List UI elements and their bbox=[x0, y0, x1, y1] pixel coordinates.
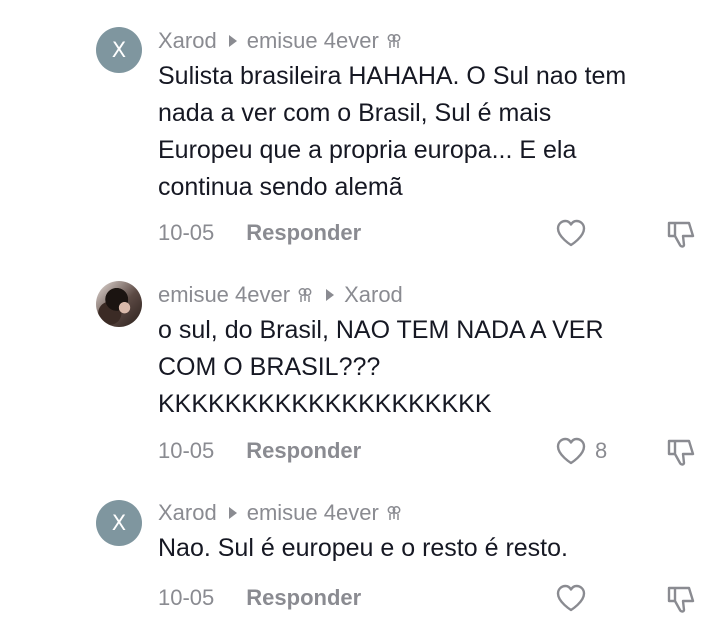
reply-arrow-icon bbox=[228, 35, 237, 47]
like-button[interactable] bbox=[555, 218, 587, 248]
like-button[interactable] bbox=[555, 583, 587, 613]
reply-to-name[interactable]: emisue 4ever bbox=[247, 500, 379, 526]
thumbs-down-icon bbox=[667, 586, 695, 613]
reply-button[interactable]: Responder bbox=[246, 585, 361, 611]
comment-meta: 10-05 Responder bbox=[158, 585, 361, 611]
reply-to-name[interactable]: Xarod bbox=[344, 282, 403, 308]
comment-date: 10-05 bbox=[158, 438, 215, 463]
reply-button[interactable]: Responder bbox=[246, 438, 361, 464]
like-count: 8 bbox=[595, 438, 608, 463]
dislike-button[interactable] bbox=[665, 436, 697, 468]
friends-icon bbox=[296, 286, 314, 304]
author-name[interactable]: emisue 4ever bbox=[158, 282, 290, 308]
heart-icon bbox=[556, 437, 586, 465]
avatar[interactable]: X bbox=[96, 27, 142, 73]
comment-text: Nao. Sul é europeu e o resto é resto. bbox=[158, 534, 568, 562]
comment-text: Sulista brasileira HAHAHA. O Sul nao tem… bbox=[158, 62, 627, 201]
comment-meta: 10-05 Responder bbox=[158, 438, 361, 464]
heart-icon bbox=[556, 584, 586, 612]
comment-text: o sul, do Brasil, NAO TEM NADA A VER COM… bbox=[158, 316, 604, 418]
author-name[interactable]: Xarod bbox=[158, 28, 217, 54]
thumbs-down-icon bbox=[667, 439, 695, 466]
reply-arrow-icon bbox=[326, 289, 335, 301]
dislike-button[interactable] bbox=[665, 218, 697, 250]
friends-icon bbox=[385, 504, 403, 522]
friends-icon bbox=[385, 32, 403, 50]
dislike-button[interactable] bbox=[665, 583, 697, 615]
comment-date: 10-05 bbox=[158, 585, 215, 610]
avatar[interactable]: X bbox=[96, 500, 142, 546]
thumbs-down-icon bbox=[667, 221, 695, 248]
reply-button[interactable]: Responder bbox=[246, 220, 361, 246]
reply-arrow-icon bbox=[228, 507, 237, 519]
heart-icon bbox=[556, 219, 586, 247]
comment-date: 10-05 bbox=[158, 220, 215, 245]
avatar[interactable] bbox=[96, 281, 142, 327]
like-button[interactable] bbox=[555, 436, 587, 466]
reply-to-name[interactable]: emisue 4ever bbox=[247, 28, 379, 54]
comment-header: Xarod emisue 4ever bbox=[158, 500, 403, 526]
comment-meta: 10-05 Responder bbox=[158, 220, 361, 246]
comment-header: emisue 4ever Xarod bbox=[158, 282, 403, 308]
comment-header: Xarod emisue 4ever bbox=[158, 28, 403, 54]
author-name[interactable]: Xarod bbox=[158, 500, 217, 526]
